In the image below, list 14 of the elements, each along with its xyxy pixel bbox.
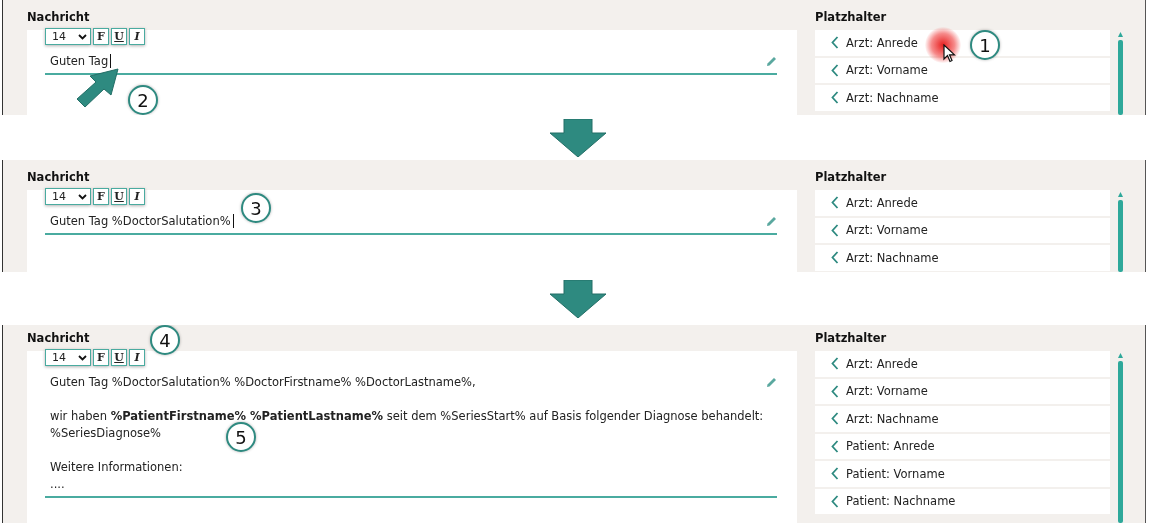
step-number: 4: [150, 325, 180, 355]
message-text: ....: [50, 477, 65, 491]
message-text: Weitere Informationen:: [50, 460, 183, 474]
section-title: Nachricht: [27, 10, 90, 24]
section-title: Platzhalter: [815, 331, 887, 345]
section-title: Platzhalter: [815, 170, 887, 184]
message-text: Guten Tag: [50, 54, 109, 68]
section-title: Nachricht: [27, 331, 90, 345]
message-text: Guten Tag %DoctorSalutation%: [50, 214, 231, 228]
message-text: Guten Tag %DoctorSalutation% %DoctorFirstname% %DoctorLastname%,: [50, 375, 476, 389]
section-title: Nachricht: [27, 170, 90, 184]
section-title: Platzhalter: [815, 10, 887, 24]
message-text: %SeriesDiagnose%: [50, 426, 161, 440]
message-text: wir haben %PatientFirstname% %PatientLastname% seit dem %SeriesStart% auf Basis folgender Diagnose behandelt:: [50, 409, 764, 423]
